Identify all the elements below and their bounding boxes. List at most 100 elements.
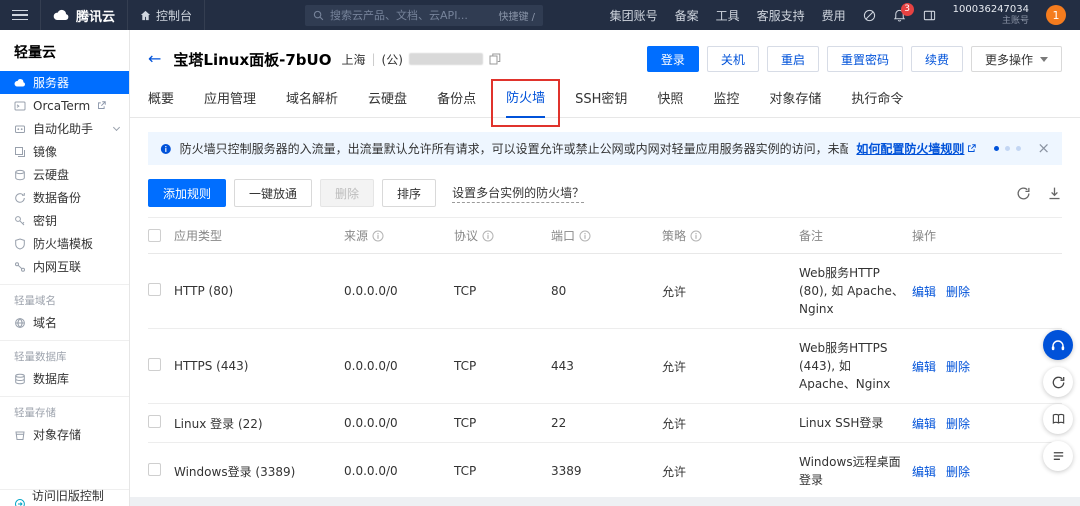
sort-button[interactable]: 排序 <box>382 179 437 207</box>
hamburger-menu[interactable] <box>0 0 41 30</box>
search-input[interactable]: 搜索云产品、文档、云API... 快捷键 / <box>305 4 544 26</box>
floating-buttons <box>1043 330 1073 471</box>
edit-link[interactable]: 编辑 <box>912 465 936 479</box>
more-actions-button[interactable]: 更多操作 <box>970 46 1062 72</box>
menu-group-account[interactable]: 集团账号 <box>610 7 658 24</box>
info-icon[interactable] <box>579 230 591 242</box>
col-action: 操作 <box>912 229 937 243</box>
tab-run-command[interactable]: 执行命令 <box>851 88 903 117</box>
delete-link[interactable]: 删除 <box>946 417 970 431</box>
edit-link[interactable]: 编辑 <box>912 417 936 431</box>
sidebar-item-ssh-keys[interactable]: 密钥 <box>0 209 129 232</box>
reset-password-button[interactable]: 重置密码 <box>826 46 903 72</box>
sidebar-item-data-backup[interactable]: 数据备份 <box>0 186 129 209</box>
sidebar-item-automation-assistant[interactable]: 自动化助手 <box>0 117 129 140</box>
cell-note: Windows远程桌面登录 <box>799 455 901 487</box>
cell-protocol: TCP <box>454 464 477 478</box>
delete-button[interactable]: 删除 <box>320 179 375 207</box>
add-rule-button[interactable]: 添加规则 <box>148 179 227 207</box>
search-placeholder: 搜索云产品、文档、云API... <box>330 9 468 22</box>
sidebar-item-object-storage[interactable]: 对象存储 <box>0 423 129 446</box>
row-checkbox[interactable] <box>148 358 161 371</box>
carousel-dot-2[interactable] <box>1005 146 1011 151</box>
shutdown-button[interactable]: 关机 <box>706 46 759 72</box>
close-icon[interactable]: × <box>1037 141 1050 156</box>
sidebar-item-images[interactable]: 镜像 <box>0 140 129 163</box>
edit-link[interactable]: 编辑 <box>912 360 936 374</box>
tab-snapshot[interactable]: 快照 <box>657 88 683 117</box>
table-row: Windows登录优化 (3389) 0.0.0.0/0 UDP 3389 允许… <box>148 500 1062 506</box>
docs-button[interactable] <box>1043 404 1073 434</box>
cell-app-type: HTTPS (443) <box>174 359 249 373</box>
table-header-row: 应用类型 来源 协议 端口 策略 备注 操作 <box>148 217 1062 254</box>
refresh-icon[interactable] <box>1016 186 1031 201</box>
table-row: Windows登录 (3389) 0.0.0.0/0 TCP 3389 允许 W… <box>148 443 1062 497</box>
page-title: 宝塔Linux面板-7bUO <box>173 50 332 69</box>
globe-icon <box>15 317 25 328</box>
edit-link[interactable]: 编辑 <box>912 285 936 299</box>
copy-icon[interactable] <box>489 53 501 65</box>
tab-cloud-disk[interactable]: 云硬盘 <box>368 88 407 117</box>
menu-support[interactable]: 客服支持 <box>757 7 805 24</box>
renew-button[interactable]: 续费 <box>910 46 963 72</box>
circle-slash-icon[interactable] <box>863 9 876 22</box>
back-arrow[interactable]: ← <box>148 51 161 67</box>
menu-icp-filing[interactable]: 备案 <box>675 7 699 24</box>
sidebar-item-orcaterm[interactable]: OrcaTerm <box>0 94 129 117</box>
tab-object-storage[interactable]: 对象存储 <box>769 88 821 117</box>
tab-firewall[interactable]: 防火墙 <box>506 87 546 118</box>
multi-instance-firewall-tip[interactable]: 设置多台实例的防火墙？ <box>452 184 585 203</box>
notification-bell-icon[interactable]: 3 <box>893 2 914 22</box>
brand-logo[interactable]: 腾讯云 <box>41 0 129 30</box>
tab-domain-resolution[interactable]: 域名解析 <box>286 88 338 117</box>
info-icon[interactable] <box>690 230 702 242</box>
cell-protocol: TCP <box>454 284 477 298</box>
col-source: 来源 <box>344 218 454 253</box>
network-nodes-icon <box>15 261 25 272</box>
login-button[interactable]: 登录 <box>646 46 699 72</box>
tab-overview[interactable]: 概要 <box>148 88 174 117</box>
row-checkbox[interactable] <box>148 415 161 428</box>
menu-tools[interactable]: 工具 <box>716 7 740 24</box>
feedback-button[interactable] <box>1043 367 1073 397</box>
tab-backup-point[interactable]: 备份点 <box>437 88 476 117</box>
tab-monitoring[interactable]: 监控 <box>713 88 739 117</box>
carousel-dot-1[interactable] <box>994 146 1000 151</box>
banner-text: 防火墙只控制服务器的入流量，出流量默认允许所有请求，可以设置允许或禁止公网或内网… <box>179 142 849 156</box>
panel-icon[interactable] <box>923 9 936 22</box>
sidebar-item-private-network[interactable]: 内网互联 <box>0 255 129 278</box>
cell-app-type: Linux 登录 (22) <box>174 416 263 431</box>
menu-billing[interactable]: 费用 <box>822 7 846 24</box>
avatar[interactable]: 1 <box>1046 5 1066 25</box>
account-info[interactable]: 100036247034 主账号 <box>953 4 1029 26</box>
sidebar-item-database[interactable]: 数据库 <box>0 367 129 390</box>
tab-ssh-key[interactable]: SSH密钥 <box>575 88 627 117</box>
cell-source: 0.0.0.0/0 <box>344 284 398 298</box>
cell-note: Web服务HTTP (80), 如 Apache、Nginx <box>799 266 904 316</box>
sidebar-item-domains[interactable]: 域名 <box>0 311 129 334</box>
carousel-dot-3[interactable] <box>1016 146 1022 151</box>
terminal-icon <box>14 101 26 110</box>
delete-link[interactable]: 删除 <box>946 285 970 299</box>
select-all-checkbox[interactable] <box>148 229 161 242</box>
delete-link[interactable]: 删除 <box>946 465 970 479</box>
row-checkbox[interactable] <box>148 463 161 476</box>
console-link[interactable]: 控制台 <box>128 0 206 30</box>
book-icon <box>1052 413 1064 424</box>
survey-list-button[interactable] <box>1043 441 1073 471</box>
firewall-rules-doc-link[interactable]: 如何配置防火墙规则 <box>856 140 977 157</box>
info-icon[interactable] <box>482 230 494 242</box>
info-banner: 防火墙只控制服务器的入流量，出流量默认允许所有请求，可以设置允许或禁止公网或内网… <box>148 132 1062 165</box>
sidebar-item-firewall-templates[interactable]: 防火墙模板 <box>0 232 129 255</box>
allow-all-button[interactable]: 一键放通 <box>234 179 313 207</box>
row-checkbox[interactable] <box>148 283 161 296</box>
delete-link[interactable]: 删除 <box>946 360 970 374</box>
sidebar-item-cloud-disk[interactable]: 云硬盘 <box>0 163 129 186</box>
restart-button[interactable]: 重启 <box>766 46 819 72</box>
tab-app-management[interactable]: 应用管理 <box>204 88 256 117</box>
sidebar-item-servers[interactable]: 服务器 <box>0 71 129 94</box>
customer-service-button[interactable] <box>1043 330 1073 360</box>
info-icon[interactable] <box>372 230 384 242</box>
download-icon[interactable] <box>1047 186 1062 201</box>
sidebar-item-legacy-console[interactable]: 访问旧版控制台 <box>0 489 129 506</box>
